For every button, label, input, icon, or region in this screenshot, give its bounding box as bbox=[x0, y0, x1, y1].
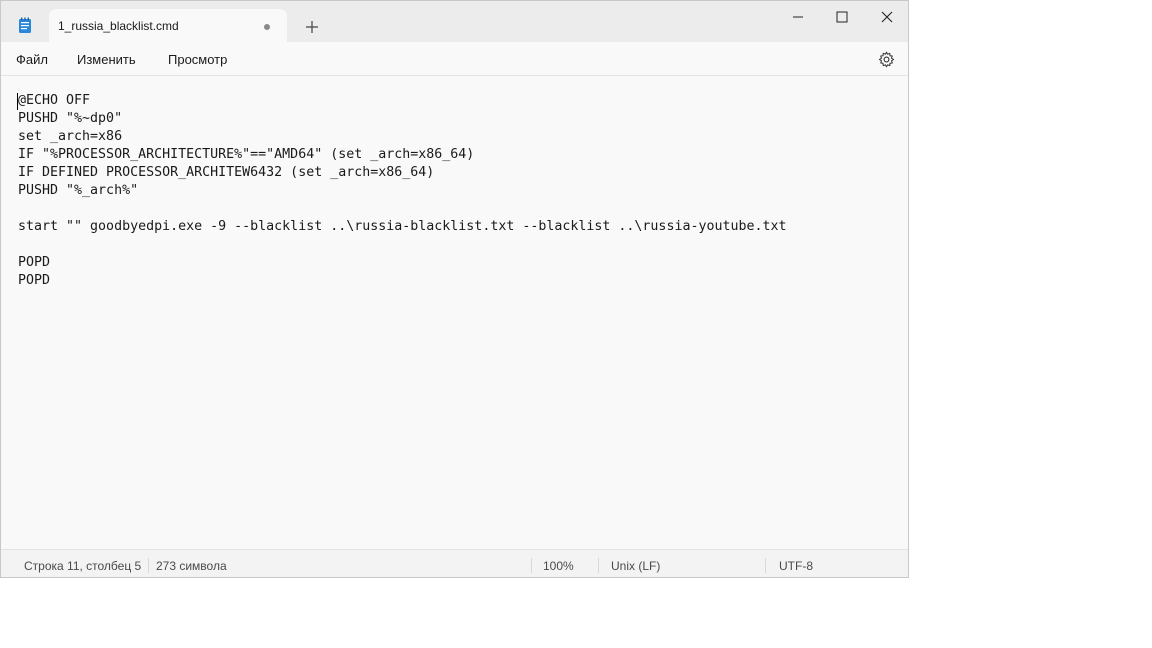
status-divider bbox=[148, 558, 149, 573]
notepad-window: 1_russia_blacklist.cmd Файл Изменить Про… bbox=[0, 0, 909, 578]
editor-line: PUSHD "%_arch%" bbox=[18, 183, 139, 198]
gear-icon[interactable] bbox=[878, 51, 895, 68]
editor-line: IF DEFINED PROCESSOR_ARCHITEW6432 (set _… bbox=[18, 165, 435, 180]
status-char-count: 273 символа bbox=[156, 559, 227, 573]
editor-line: POPD bbox=[18, 255, 51, 270]
menu-view[interactable]: Просмотр bbox=[168, 52, 227, 67]
status-divider bbox=[765, 558, 766, 573]
unsaved-dot-icon[interactable] bbox=[264, 24, 270, 30]
tab-file[interactable]: 1_russia_blacklist.cmd bbox=[49, 9, 287, 43]
menu-bar: Файл Изменить Просмотр bbox=[1, 42, 908, 76]
status-bar: Строка 11, столбец 5 273 символа 100% Un… bbox=[1, 549, 908, 577]
minimize-icon[interactable] bbox=[783, 5, 813, 29]
maximize-icon[interactable] bbox=[827, 5, 857, 29]
menu-file[interactable]: Файл bbox=[16, 52, 48, 67]
status-encoding[interactable]: UTF-8 bbox=[779, 559, 813, 573]
text-editor[interactable]: @ECHO OFF PUSHD "%~dp0" set _arch=x86 IF "%… bbox=[1, 76, 908, 549]
status-zoom[interactable]: 100% bbox=[543, 559, 574, 573]
editor-line: POPD bbox=[18, 273, 51, 288]
menu-edit[interactable]: Изменить bbox=[77, 52, 136, 67]
editor-line: PUSHD "%~dp0" bbox=[18, 111, 123, 126]
status-divider bbox=[598, 558, 599, 573]
text-caret bbox=[17, 93, 18, 110]
editor-line: start "" goodbyedpi.exe -9 --blacklist .… bbox=[18, 219, 787, 234]
notepad-app-icon bbox=[19, 17, 31, 33]
status-divider bbox=[531, 558, 532, 573]
close-icon[interactable] bbox=[872, 5, 902, 29]
status-cursor-position[interactable]: Строка 11, столбец 5 bbox=[24, 559, 141, 573]
editor-line: set _arch=x86 bbox=[18, 129, 123, 144]
tab-title: 1_russia_blacklist.cmd bbox=[58, 19, 179, 33]
editor-line: @ECHO OFF bbox=[18, 93, 91, 108]
title-bar[interactable]: 1_russia_blacklist.cmd bbox=[1, 1, 908, 43]
new-tab-plus-icon[interactable] bbox=[301, 16, 323, 38]
editor-content[interactable]: @ECHO OFF PUSHD "%~dp0" set _arch=x86 IF "%… bbox=[18, 92, 787, 290]
editor-line: IF "%PROCESSOR_ARCHITECTURE%"=="AMD64" (… bbox=[18, 147, 475, 162]
status-line-ending[interactable]: Unix (LF) bbox=[611, 559, 660, 573]
